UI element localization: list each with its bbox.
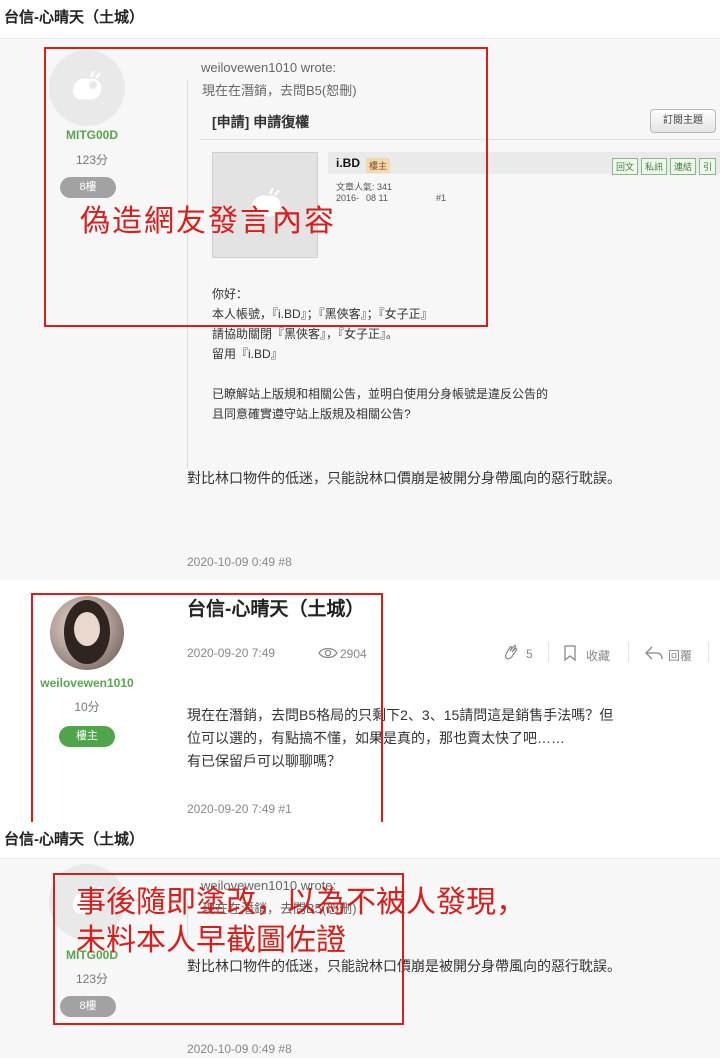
- embedded-action-message[interactable]: 私訊: [641, 158, 668, 175]
- annotation-edited-proof: 事後隨即塗改，以為不被人發現， 未料本人早截圖佐證: [76, 884, 526, 960]
- embedded-body-line: 已瞭解站上版規和相關公告，並明白使用分身帳號是違反公告的: [212, 387, 549, 401]
- action-divider: [548, 642, 549, 662]
- highlight-box: [31, 593, 383, 836]
- annotation-line: 事後隨即塗改，以為不被人發現，: [76, 885, 526, 920]
- reply-arrow-icon[interactable]: [645, 646, 663, 660]
- embedded-body-spacer: [212, 364, 712, 384]
- like-count: 5: [526, 647, 533, 661]
- reply-button[interactable]: 回覆: [668, 647, 692, 664]
- embedded-action-link[interactable]: 連結: [670, 158, 697, 175]
- annotation-line: 未料本人早截圖佐證: [76, 923, 346, 958]
- embedded-action-reply[interactable]: 回文: [612, 158, 639, 175]
- embedded-body-line: 且同意確實遵守站上版規及相關公告?: [212, 407, 411, 421]
- embedded-body-line: 請協助關閉『黑俠客』，『女子正』。: [212, 327, 399, 341]
- bookmark-icon[interactable]: [563, 645, 577, 661]
- action-divider: [708, 642, 709, 662]
- embedded-actions: 回文 私訊 連結引: [612, 157, 719, 175]
- embedded-body-line: 留用『i.BD』: [212, 347, 283, 361]
- clap-icon[interactable]: [502, 644, 520, 662]
- annotation-fake-content: 偽造網友發言內容: [80, 204, 336, 239]
- collect-button[interactable]: 收藏: [586, 647, 610, 664]
- topic-title: 台信-心晴天（土城）: [4, 9, 144, 26]
- topic-title: 台信-心晴天（土城）: [4, 831, 144, 848]
- reply-text: 對比林口物件的低迷，只能說林口價崩是被開分身帶風向的惡行耽誤。: [187, 470, 621, 486]
- post-footer: 2020-10-09 0:49 #8: [187, 1042, 292, 1056]
- subscribe-button[interactable]: 訂閱主題: [650, 109, 716, 133]
- post-footer: 2020-10-09 0:49 #8: [187, 555, 292, 569]
- highlight-box: [44, 47, 488, 327]
- embedded-action-quote[interactable]: 引: [699, 158, 717, 175]
- action-divider: [628, 642, 629, 662]
